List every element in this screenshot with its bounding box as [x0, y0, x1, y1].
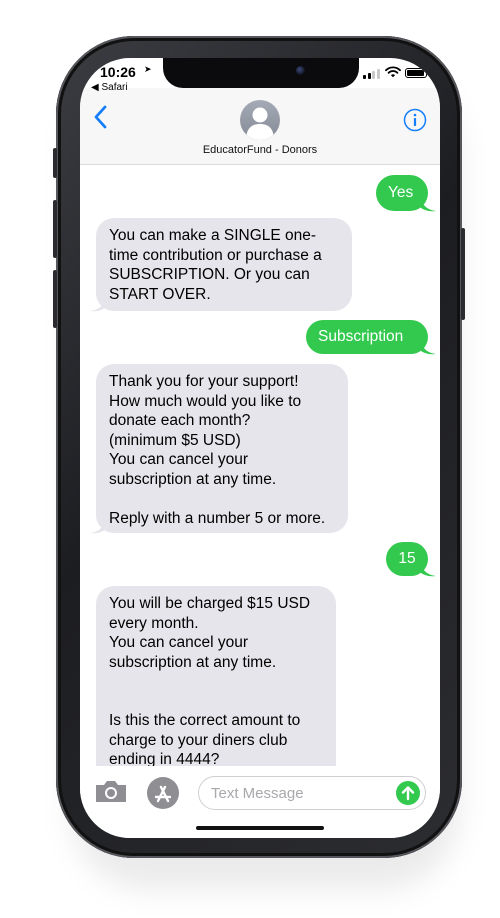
conversation-header: EducatorFund - Donors — [80, 88, 440, 165]
status-time: 10:26 — [100, 64, 136, 80]
bubble-tail — [90, 296, 106, 312]
info-icon[interactable] — [403, 108, 427, 132]
back-to-safari-link[interactable]: ◀ Safari — [91, 82, 128, 93]
bubble-tail — [90, 518, 106, 534]
volume-up-button — [53, 200, 57, 258]
contact-avatar[interactable] — [240, 100, 280, 140]
bubble-tail — [420, 196, 436, 212]
volume-down-button — [53, 270, 57, 328]
location-arrow-icon: ➤ — [144, 64, 152, 74]
bubble-tail — [420, 561, 436, 577]
message-bubble-incoming: You can make a SINGLE one- time contribu… — [96, 218, 352, 311]
message-input-field[interactable] — [198, 776, 426, 810]
cellular-signal-icon — [363, 69, 380, 79]
message-bubble-outgoing: Subscription — [306, 320, 428, 354]
person-silhouette-icon — [246, 107, 274, 140]
send-arrow-up-icon — [401, 786, 415, 801]
mute-switch — [53, 148, 57, 178]
screen: 10:26 ➤ ◀ Safari EducatorFund - Donors Y… — [80, 58, 440, 838]
battery-icon — [405, 68, 430, 78]
camera-icon[interactable] — [94, 778, 128, 804]
send-button[interactable] — [396, 781, 420, 805]
message-bubble-incoming: Thank you for your support! How much wou… — [96, 364, 348, 533]
contact-name[interactable]: EducatorFund - Donors — [80, 144, 440, 156]
side-button — [461, 228, 465, 320]
wifi-icon — [385, 66, 401, 78]
app-store-icon[interactable] — [146, 776, 180, 810]
message-bubble-incoming: You will be charged $15 USD every month.… — [96, 586, 336, 786]
message-input[interactable] — [211, 783, 381, 803]
chevron-left-icon[interactable] — [90, 102, 112, 132]
notch — [163, 58, 359, 88]
home-indicator — [196, 826, 324, 830]
bubble-tail — [420, 339, 436, 355]
front-camera — [296, 66, 305, 75]
